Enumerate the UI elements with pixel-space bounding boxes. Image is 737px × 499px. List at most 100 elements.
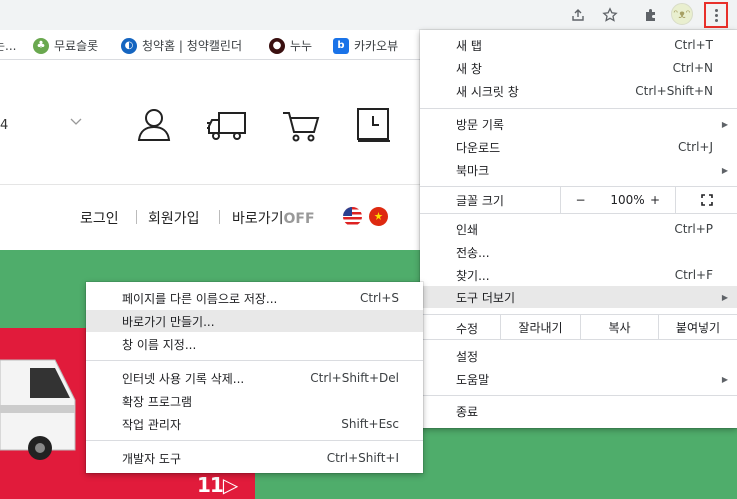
submenu-arrow-icon: ▶	[721, 292, 728, 302]
bookmark-item[interactable]: b 카카오뷰	[333, 37, 398, 54]
bookmark-item[interactable]: 는...	[0, 37, 16, 54]
menu-item-label: 인쇄	[456, 222, 479, 237]
create-shortcut-item[interactable]: 바로가기 만들기...	[86, 310, 423, 332]
menu-item-shortcut: Ctrl+T	[674, 38, 713, 52]
new-incognito-window-item[interactable]: 새 시크릿 창 Ctrl+Shift+N	[420, 80, 737, 102]
submenu-arrow-icon: ▶	[721, 374, 728, 384]
paste-button[interactable]: 붙여넣기	[658, 315, 737, 339]
user-icon[interactable]	[136, 106, 172, 146]
menu-item-label: 전송...	[456, 245, 490, 260]
bookmarks-item[interactable]: 북마크 ▶	[420, 159, 737, 181]
submenu-arrow-icon: ▶	[721, 165, 728, 175]
menu-item-label: 북마크	[456, 163, 490, 178]
login-link[interactable]: 로그인	[80, 208, 119, 228]
menu-item-shortcut: Ctrl+P	[674, 222, 713, 236]
extensions-item[interactable]: 확장 프로그램	[86, 390, 423, 412]
print-item[interactable]: 인쇄 Ctrl+P	[420, 218, 737, 240]
extensions-icon[interactable]	[640, 4, 662, 26]
menu-item-label: 새 창	[456, 61, 482, 76]
menu-item-shortcut: Shift+Esc	[341, 417, 399, 431]
save-page-as-item[interactable]: 페이지를 다른 이름으로 저장... Ctrl+S	[86, 287, 423, 309]
edit-row: 수정 잘라내기 복사 붙여넣기	[420, 314, 737, 340]
zoom-out-button[interactable]: −	[560, 187, 600, 213]
eleven-street-logo-text: 11	[197, 473, 224, 497]
menu-separator	[86, 360, 423, 361]
menu-item-label: 찾기...	[456, 268, 490, 283]
menu-item-label: 새 탭	[456, 38, 482, 53]
shortcut-state: OFF	[283, 211, 315, 227]
bookmark-item[interactable]: ◐ 청약홈 | 청약캘린더	[121, 37, 242, 54]
kakao-view-favicon-icon: b	[333, 37, 349, 54]
fullscreen-icon[interactable]	[675, 187, 737, 213]
browser-toolbar: ᵔᴥᵔ	[0, 0, 737, 30]
globe-favicon-icon: ◐	[121, 37, 137, 54]
delivery-truck-icon[interactable]	[207, 110, 247, 146]
find-item[interactable]: 찾기... Ctrl+F	[420, 264, 737, 286]
name-window-item[interactable]: 창 이름 지정...	[86, 333, 423, 355]
recent-view-clock-icon[interactable]	[356, 107, 392, 147]
menu-item-label: 종료	[456, 404, 479, 419]
menu-item-shortcut: Ctrl+Shift+N	[635, 84, 713, 98]
menu-item-label: 확장 프로그램	[122, 394, 193, 409]
menu-item-label: 작업 관리자	[122, 417, 182, 432]
bookmark-label: 청약홈 | 청약캘린더	[142, 39, 242, 53]
bookmark-item[interactable]: ♣ 무료슬롯	[33, 37, 98, 54]
menu-item-label: 인터넷 사용 기록 삭제...	[122, 371, 245, 386]
star-icon[interactable]	[599, 4, 621, 26]
zoom-in-button[interactable]: +	[635, 187, 675, 213]
shortcut-label: 바로가기	[232, 211, 284, 227]
copy-button[interactable]: 복사	[580, 315, 658, 339]
menu-item-shortcut: Ctrl+Shift+I	[326, 451, 399, 465]
eleven-street-logo: 11▷	[197, 473, 238, 497]
history-item[interactable]: 방문 기록 ▶	[420, 113, 737, 135]
menu-dot	[714, 13, 718, 17]
zoom-label: 글꼴 크기	[456, 194, 504, 208]
exit-item[interactable]: 종료	[420, 400, 737, 422]
new-window-item[interactable]: 새 창 Ctrl+N	[420, 57, 737, 79]
menu-item-label: 새 시크릿 창	[456, 84, 519, 99]
chevron-down-icon[interactable]	[70, 115, 82, 129]
china-flag-icon[interactable]	[369, 207, 388, 226]
more-tools-item[interactable]: 도구 더보기 ▶	[420, 286, 737, 308]
menu-dot	[714, 18, 718, 22]
bookmark-item[interactable]: ● 누누	[269, 37, 312, 54]
menu-item-label: 페이지를 다른 이름으로 저장...	[122, 291, 278, 306]
menu-item-shortcut: Ctrl+Shift+Del	[310, 371, 399, 385]
menu-item-shortcut: Ctrl+N	[672, 61, 713, 75]
bookmark-label: 카카오뷰	[354, 39, 399, 53]
edit-label: 수정	[456, 322, 479, 336]
profile-avatar-icon[interactable]: ᵔᴥᵔ	[671, 3, 693, 25]
new-tab-item[interactable]: 새 탭 Ctrl+T	[420, 34, 737, 56]
help-item[interactable]: 도움말 ▶	[420, 368, 737, 390]
shortcut-toggle[interactable]: 바로가기OFF	[232, 208, 315, 228]
share-icon[interactable]	[567, 4, 589, 26]
downloads-item[interactable]: 다운로드 Ctrl+J	[420, 136, 737, 158]
cast-item[interactable]: 전송...	[420, 241, 737, 263]
menu-item-label: 방문 기록	[456, 117, 504, 132]
clover-favicon-icon: ♣	[33, 37, 49, 54]
divider	[136, 210, 137, 224]
settings-item[interactable]: 설정	[420, 345, 737, 367]
clear-browsing-data-item[interactable]: 인터넷 사용 기록 삭제... Ctrl+Shift+Del	[86, 367, 423, 389]
bookmark-label: 는...	[0, 39, 17, 53]
divider	[219, 210, 220, 224]
menu-separator	[420, 108, 737, 109]
chrome-menu-button[interactable]	[704, 2, 728, 28]
task-manager-item[interactable]: 작업 관리자 Shift+Esc	[86, 413, 423, 435]
header-text-fragment: 4	[0, 118, 9, 133]
zoom-row: 글꼴 크기 − 100% +	[420, 187, 737, 213]
menu-item-label: 설정	[456, 349, 479, 364]
menu-item-label: 창 이름 지정...	[122, 337, 197, 352]
shopping-cart-icon[interactable]	[282, 110, 320, 146]
signup-link[interactable]: 회원가입	[148, 208, 200, 228]
logo-arrow-icon: ▷	[222, 473, 238, 497]
menu-item-label: 바로가기 만들기...	[122, 314, 215, 329]
submenu-arrow-icon: ▶	[721, 119, 728, 129]
menu-item-shortcut: Ctrl+S	[359, 291, 399, 305]
developer-tools-item[interactable]: 개발자 도구 Ctrl+Shift+I	[86, 447, 423, 469]
menu-dot	[714, 8, 718, 12]
us-flag-icon[interactable]	[343, 207, 362, 226]
menu-item-label: 도움말	[456, 372, 490, 387]
menu-separator	[420, 213, 737, 214]
cut-button[interactable]: 잘라내기	[500, 315, 580, 339]
